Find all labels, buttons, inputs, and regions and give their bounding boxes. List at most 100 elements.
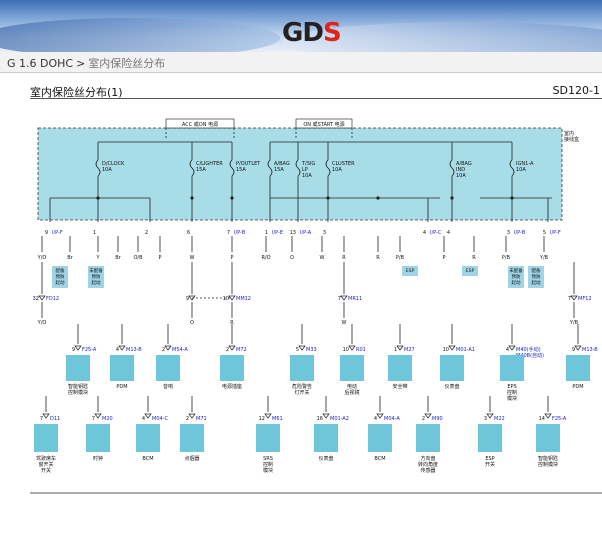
row1-arrow-5	[348, 345, 356, 351]
row2-pin-7: 2	[422, 416, 425, 422]
junction-box-label-line-1: 接线盒	[564, 136, 579, 143]
row2-label-8-line-1: 开关	[485, 461, 495, 468]
pin-number-0: 9	[45, 230, 48, 236]
row1-conn-5: R01	[356, 347, 366, 353]
pin-conn-6: I/P-A	[300, 230, 312, 236]
wire-color-12: R	[376, 255, 380, 261]
wire-color-8: R/O	[261, 255, 270, 261]
mid-pin-1: 9	[186, 296, 189, 302]
row2-arrow-6	[376, 413, 384, 419]
pin-conn-0: I/P-F	[52, 230, 63, 236]
row1-component-1	[110, 355, 134, 381]
row2-label-3-line-0: 点烟器	[184, 455, 199, 462]
row2-component-6	[368, 424, 392, 452]
mid-wire-color-1: O	[190, 320, 194, 326]
mid-wire-color-4: Y/B	[569, 320, 579, 326]
fuse-rating-1: 15A	[196, 167, 206, 173]
row1-label-0-line-0: 智能钥匙	[68, 383, 88, 390]
row1-conn-6: M27	[404, 347, 415, 353]
note-text-4-1: 预防	[512, 273, 521, 280]
row2-label-0-line-2: 开关	[41, 467, 51, 474]
row2-label-0-line-1: 窗开关	[38, 461, 53, 468]
wire-color-1: Br	[67, 255, 73, 261]
row2-conn-7: M90	[432, 416, 443, 422]
row1-conn-0: F25-A	[82, 347, 97, 353]
row1-conn-4: M33	[306, 347, 317, 353]
row2-label-6-line-0: BCM	[374, 456, 385, 462]
wire-color-11: R	[342, 255, 346, 261]
feed-label-0: ACC 或ON 电源	[182, 121, 218, 128]
wire-color-7: P	[230, 255, 233, 261]
mid-conn-3: MR11	[348, 296, 362, 302]
pin-conn-5: I/P-E	[272, 230, 283, 236]
pin-number-3: 6	[187, 230, 190, 236]
row1-arrow-9	[574, 345, 582, 351]
row1-arrow-0	[74, 345, 82, 351]
row2-component-7	[416, 424, 440, 452]
row2-arrow-0	[42, 413, 50, 419]
row2-conn-5: M01-A2	[330, 416, 349, 422]
row1-label-2-line-0: 音响	[163, 383, 173, 390]
pin-number-1: 1	[93, 230, 96, 236]
fuse-rating-0: 10A	[102, 167, 112, 173]
row1-component-0	[66, 355, 90, 381]
pin-conn-8: I/P-C	[430, 230, 442, 236]
row2-component-0	[34, 424, 58, 452]
pin-number-8: 4	[423, 230, 426, 236]
row2-label-2-line-0: BCM	[142, 456, 153, 462]
row1-pin-2: 2	[162, 347, 165, 353]
row2-component-5	[314, 424, 338, 452]
row1-label-4-line-1: 灯开关	[294, 389, 309, 396]
row1-arrow-8	[508, 345, 516, 351]
mid-wire-color-3: W	[342, 320, 347, 326]
row2-conn-9: F25-A	[552, 416, 567, 422]
row1-conn-9: M13-B	[582, 347, 598, 353]
row2-pin-0: 7	[40, 416, 43, 422]
row1-pin-9: 9	[572, 347, 575, 353]
note-text-0-0: 配备	[56, 267, 65, 274]
row1-conn-2: M54-A	[172, 347, 188, 353]
mid-conn-4: MF12	[578, 296, 592, 302]
mid-conn-0: FD12	[46, 296, 59, 302]
row1-pin-4: 5	[296, 347, 299, 353]
row2-conn-8: M22	[494, 416, 505, 422]
feed-label-1: ON 或START 电源	[303, 121, 344, 128]
note-text-3-0: ESP	[466, 268, 475, 274]
row2-pin-1: 7	[92, 416, 95, 422]
row1-arrow-6	[396, 345, 404, 351]
fuse-rating-3: 15A	[274, 167, 284, 173]
row2-arrow-1	[94, 413, 102, 419]
pin-number-9: 4	[447, 230, 450, 236]
row2-component-8	[478, 424, 502, 452]
note-text-5-0: 配备	[532, 267, 541, 274]
fuse-rating-2: 15A	[236, 167, 246, 173]
note-text-5-2: 起动	[532, 279, 541, 286]
note-text-5-1: 预防	[532, 273, 541, 280]
wire-color-16: P/B	[502, 255, 511, 261]
row1-label-6-line-0: 安全带	[392, 383, 407, 390]
row2-conn-3: M71	[196, 416, 207, 422]
wire-color-4: O/B	[133, 255, 143, 261]
row1-pin-6: 1	[394, 347, 397, 353]
row2-label-7-line-0: 方向盘	[420, 455, 435, 462]
fuse-rating-5: 10A	[332, 167, 342, 173]
row2-pin-2: 4	[142, 416, 145, 422]
row1-pin-3: 2	[226, 347, 229, 353]
row1-component-8	[500, 355, 524, 381]
row2-label-5-line-0: 仪表盘	[318, 455, 333, 462]
row1-pin-8: 4	[506, 347, 509, 353]
note-text-2-0: ESP	[406, 268, 415, 274]
row2-label-1-line-0: 时钟	[93, 455, 103, 462]
mid-wire-color-0: Y/O	[37, 320, 47, 326]
row2-label-7-line-2: 传感器	[420, 467, 435, 474]
row2-label-9-line-0: 智能钥匙	[538, 455, 558, 462]
mid-arrow-0	[38, 295, 46, 301]
row2-pin-6: 4	[374, 416, 377, 422]
row2-component-9	[536, 424, 560, 452]
row2-pin-5: 16	[317, 416, 323, 422]
row2-arrow-9	[544, 413, 552, 419]
row2-conn-6: M04-A	[384, 416, 400, 422]
row2-arrow-3	[188, 413, 196, 419]
row1-pin-5: 10	[343, 347, 349, 353]
row1-label-5-line-1: 后视镜	[344, 389, 359, 396]
